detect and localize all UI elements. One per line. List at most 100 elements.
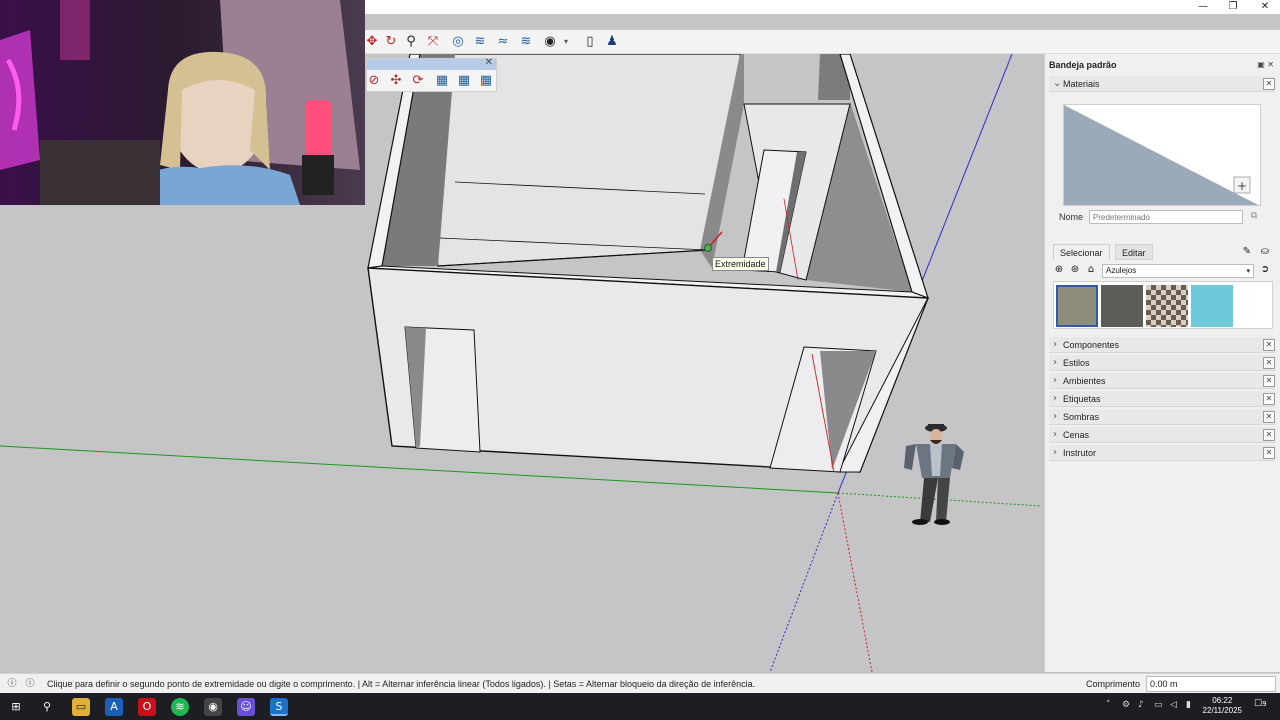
floating-toolbar-titlebar[interactable] bbox=[367, 59, 496, 70]
orbit-icon[interactable]: ↻ bbox=[383, 34, 399, 50]
webcam-overlay bbox=[0, 0, 365, 205]
default-tray: Bandeja padrão ▣ ✕ ⌄ Materiais ✕ + Nome … bbox=[1044, 54, 1280, 672]
stamp-icon[interactable]: ≈ bbox=[495, 34, 511, 50]
rotate-icon[interactable]: ⟳ bbox=[410, 73, 426, 89]
smoove-icon[interactable]: ▦ bbox=[434, 73, 450, 89]
swatch-tile-1[interactable] bbox=[1056, 285, 1098, 327]
measurements-label: Comprimento bbox=[1086, 679, 1141, 689]
sandbox-icon[interactable]: ≋ bbox=[472, 34, 488, 50]
notification-icon[interactable]: ☐9 bbox=[1254, 699, 1270, 713]
material-name-field[interactable] bbox=[1089, 210, 1243, 224]
chevron-down-icon: ⌄ bbox=[1053, 78, 1062, 89]
erase-icon[interactable]: ⊘ bbox=[366, 73, 382, 89]
section-components[interactable]: › Componentes ✕ bbox=[1049, 337, 1275, 353]
info-icon[interactable]: ⓘ bbox=[24, 678, 36, 690]
section-materials[interactable]: ⌄ Materiais ✕ bbox=[1049, 76, 1275, 92]
material-name-row: Nome ⧉ bbox=[1059, 210, 1271, 224]
material-tabs: Selecionar Editar ✎ ⛀ bbox=[1053, 244, 1275, 260]
tab-select[interactable]: Selecionar bbox=[1053, 244, 1110, 260]
swatch-tile-3[interactable] bbox=[1146, 285, 1188, 327]
sketchup-icon[interactable]: S bbox=[270, 698, 288, 716]
obs-icon[interactable]: ◉ bbox=[204, 698, 222, 716]
swatch-tile-4[interactable] bbox=[1191, 285, 1233, 327]
section-scenes[interactable]: › Cenas ✕ bbox=[1049, 427, 1275, 443]
file-explorer-icon[interactable]: ▭ bbox=[72, 698, 90, 716]
material-swatches bbox=[1053, 281, 1273, 329]
chevron-right-icon: › bbox=[1053, 339, 1057, 350]
red-axis-dashed bbox=[837, 492, 873, 672]
bell-icon: ☐ bbox=[1254, 699, 1263, 709]
tray-pin-icon[interactable]: ▣ ✕ bbox=[1257, 60, 1274, 69]
add-detail-icon[interactable]: ▦ bbox=[456, 73, 472, 89]
floating-toolbar: ✕ ⊘ ✣ ⟳ ▦ ▦ ▦ bbox=[366, 57, 497, 92]
geolocation-icon[interactable]: ⓘ bbox=[6, 678, 18, 690]
search-icon[interactable]: ⚲ bbox=[38, 698, 56, 716]
tray-app-icon[interactable]: ⚙ bbox=[1122, 700, 1132, 712]
close-icon[interactable]: ✕ bbox=[1263, 339, 1275, 351]
chevron-right-icon: › bbox=[1053, 411, 1057, 422]
battery-icon[interactable]: ▮ bbox=[1186, 700, 1196, 712]
copy-icon[interactable]: ⧉ bbox=[1251, 211, 1263, 223]
flip-edge-icon[interactable]: ▦ bbox=[478, 73, 494, 89]
section-label: Sombras bbox=[1063, 412, 1100, 422]
close-button[interactable]: ✕ bbox=[1250, 0, 1280, 14]
measurements-field[interactable]: 0.00 m bbox=[1146, 676, 1276, 692]
tab-edit[interactable]: Editar bbox=[1115, 244, 1153, 260]
library-dropdown[interactable]: Azulejos ▾ bbox=[1102, 264, 1254, 278]
spotify-icon[interactable]: ≋ bbox=[171, 698, 189, 716]
minimize-button[interactable]: — bbox=[1188, 0, 1218, 14]
home-icon[interactable]: ⌂ bbox=[1085, 264, 1097, 276]
section-label: Ambientes bbox=[1063, 376, 1106, 386]
opera-icon[interactable]: O bbox=[138, 698, 156, 716]
section-environments[interactable]: › Ambientes ✕ bbox=[1049, 373, 1275, 389]
microphone-icon[interactable]: ♪ bbox=[1138, 700, 1148, 712]
system-clock[interactable]: 06:22 22/11/2025 bbox=[1203, 696, 1242, 716]
chevron-right-icon: › bbox=[1053, 375, 1057, 386]
volume-icon[interactable]: ◁ bbox=[1170, 700, 1180, 712]
section-shadows[interactable]: › Sombras ✕ bbox=[1049, 409, 1275, 425]
close-icon[interactable]: ✕ bbox=[1263, 393, 1275, 405]
pan-icon[interactable]: ✥ bbox=[364, 34, 380, 50]
discord-icon[interactable]: ☺ bbox=[237, 698, 255, 716]
swatch-tile-2[interactable] bbox=[1101, 285, 1143, 327]
section-styles[interactable]: › Estilos ✕ bbox=[1049, 355, 1275, 371]
section-label: Cenas bbox=[1063, 430, 1090, 440]
svg-text:+: + bbox=[1237, 179, 1247, 193]
library-name: Azulejos bbox=[1106, 266, 1137, 275]
chevron-right-icon: › bbox=[1053, 447, 1057, 458]
network-icon[interactable]: ▭ bbox=[1154, 700, 1164, 712]
material-swatch-preview: + bbox=[1064, 105, 1259, 205]
close-icon[interactable]: ✕ bbox=[1263, 78, 1275, 90]
chevron-up-icon[interactable]: ˄ bbox=[1106, 700, 1116, 712]
zoom-extents-icon[interactable]: ⤧ bbox=[425, 34, 441, 50]
section-tags[interactable]: › Etiquetas ✕ bbox=[1049, 391, 1275, 407]
move-icon[interactable]: ✣ bbox=[388, 73, 404, 89]
bucket-icon[interactable]: ⛀ bbox=[1259, 246, 1271, 258]
model-materials-icon[interactable]: ⊛ bbox=[1069, 264, 1081, 276]
close-icon[interactable]: ✕ bbox=[1263, 357, 1275, 369]
back-icon[interactable]: ⊕ bbox=[1053, 264, 1065, 276]
close-icon[interactable]: ✕ bbox=[485, 57, 493, 68]
close-icon[interactable]: ✕ bbox=[1263, 375, 1275, 387]
app-a-icon[interactable]: A bbox=[105, 698, 123, 716]
close-icon[interactable]: ✕ bbox=[1263, 429, 1275, 441]
eyedropper-icon[interactable]: ✎ bbox=[1241, 246, 1253, 258]
inference-tooltip: Extremidade bbox=[712, 257, 769, 271]
new-file-icon[interactable]: ▯ bbox=[582, 34, 598, 50]
section-instructor[interactable]: › Instrutor ✕ bbox=[1049, 445, 1275, 461]
restore-button[interactable]: ❐ bbox=[1218, 0, 1248, 14]
zoom-icon[interactable]: ⚲ bbox=[403, 34, 419, 50]
account-icon[interactable]: ◉ bbox=[542, 34, 558, 50]
details-icon[interactable]: ➲ bbox=[1259, 264, 1271, 276]
endpoint-marker bbox=[704, 244, 712, 252]
drape-icon[interactable]: ≋ bbox=[518, 34, 534, 50]
profile-icon[interactable]: ♟ bbox=[604, 34, 620, 50]
library-row: ⊕ ⊛ ⌂ Azulejos ▾ ➲ bbox=[1053, 264, 1275, 278]
blue-axis-dashed bbox=[769, 492, 839, 672]
windows-start-icon[interactable]: ⊞ bbox=[7, 698, 25, 716]
close-icon[interactable]: ✕ bbox=[1263, 411, 1275, 423]
tray-title: Bandeja padrão bbox=[1049, 60, 1117, 70]
close-icon[interactable]: ✕ bbox=[1263, 447, 1275, 459]
position-camera-icon[interactable]: ◎ bbox=[450, 34, 466, 50]
chevron-down-icon[interactable]: ▾ bbox=[558, 34, 574, 50]
